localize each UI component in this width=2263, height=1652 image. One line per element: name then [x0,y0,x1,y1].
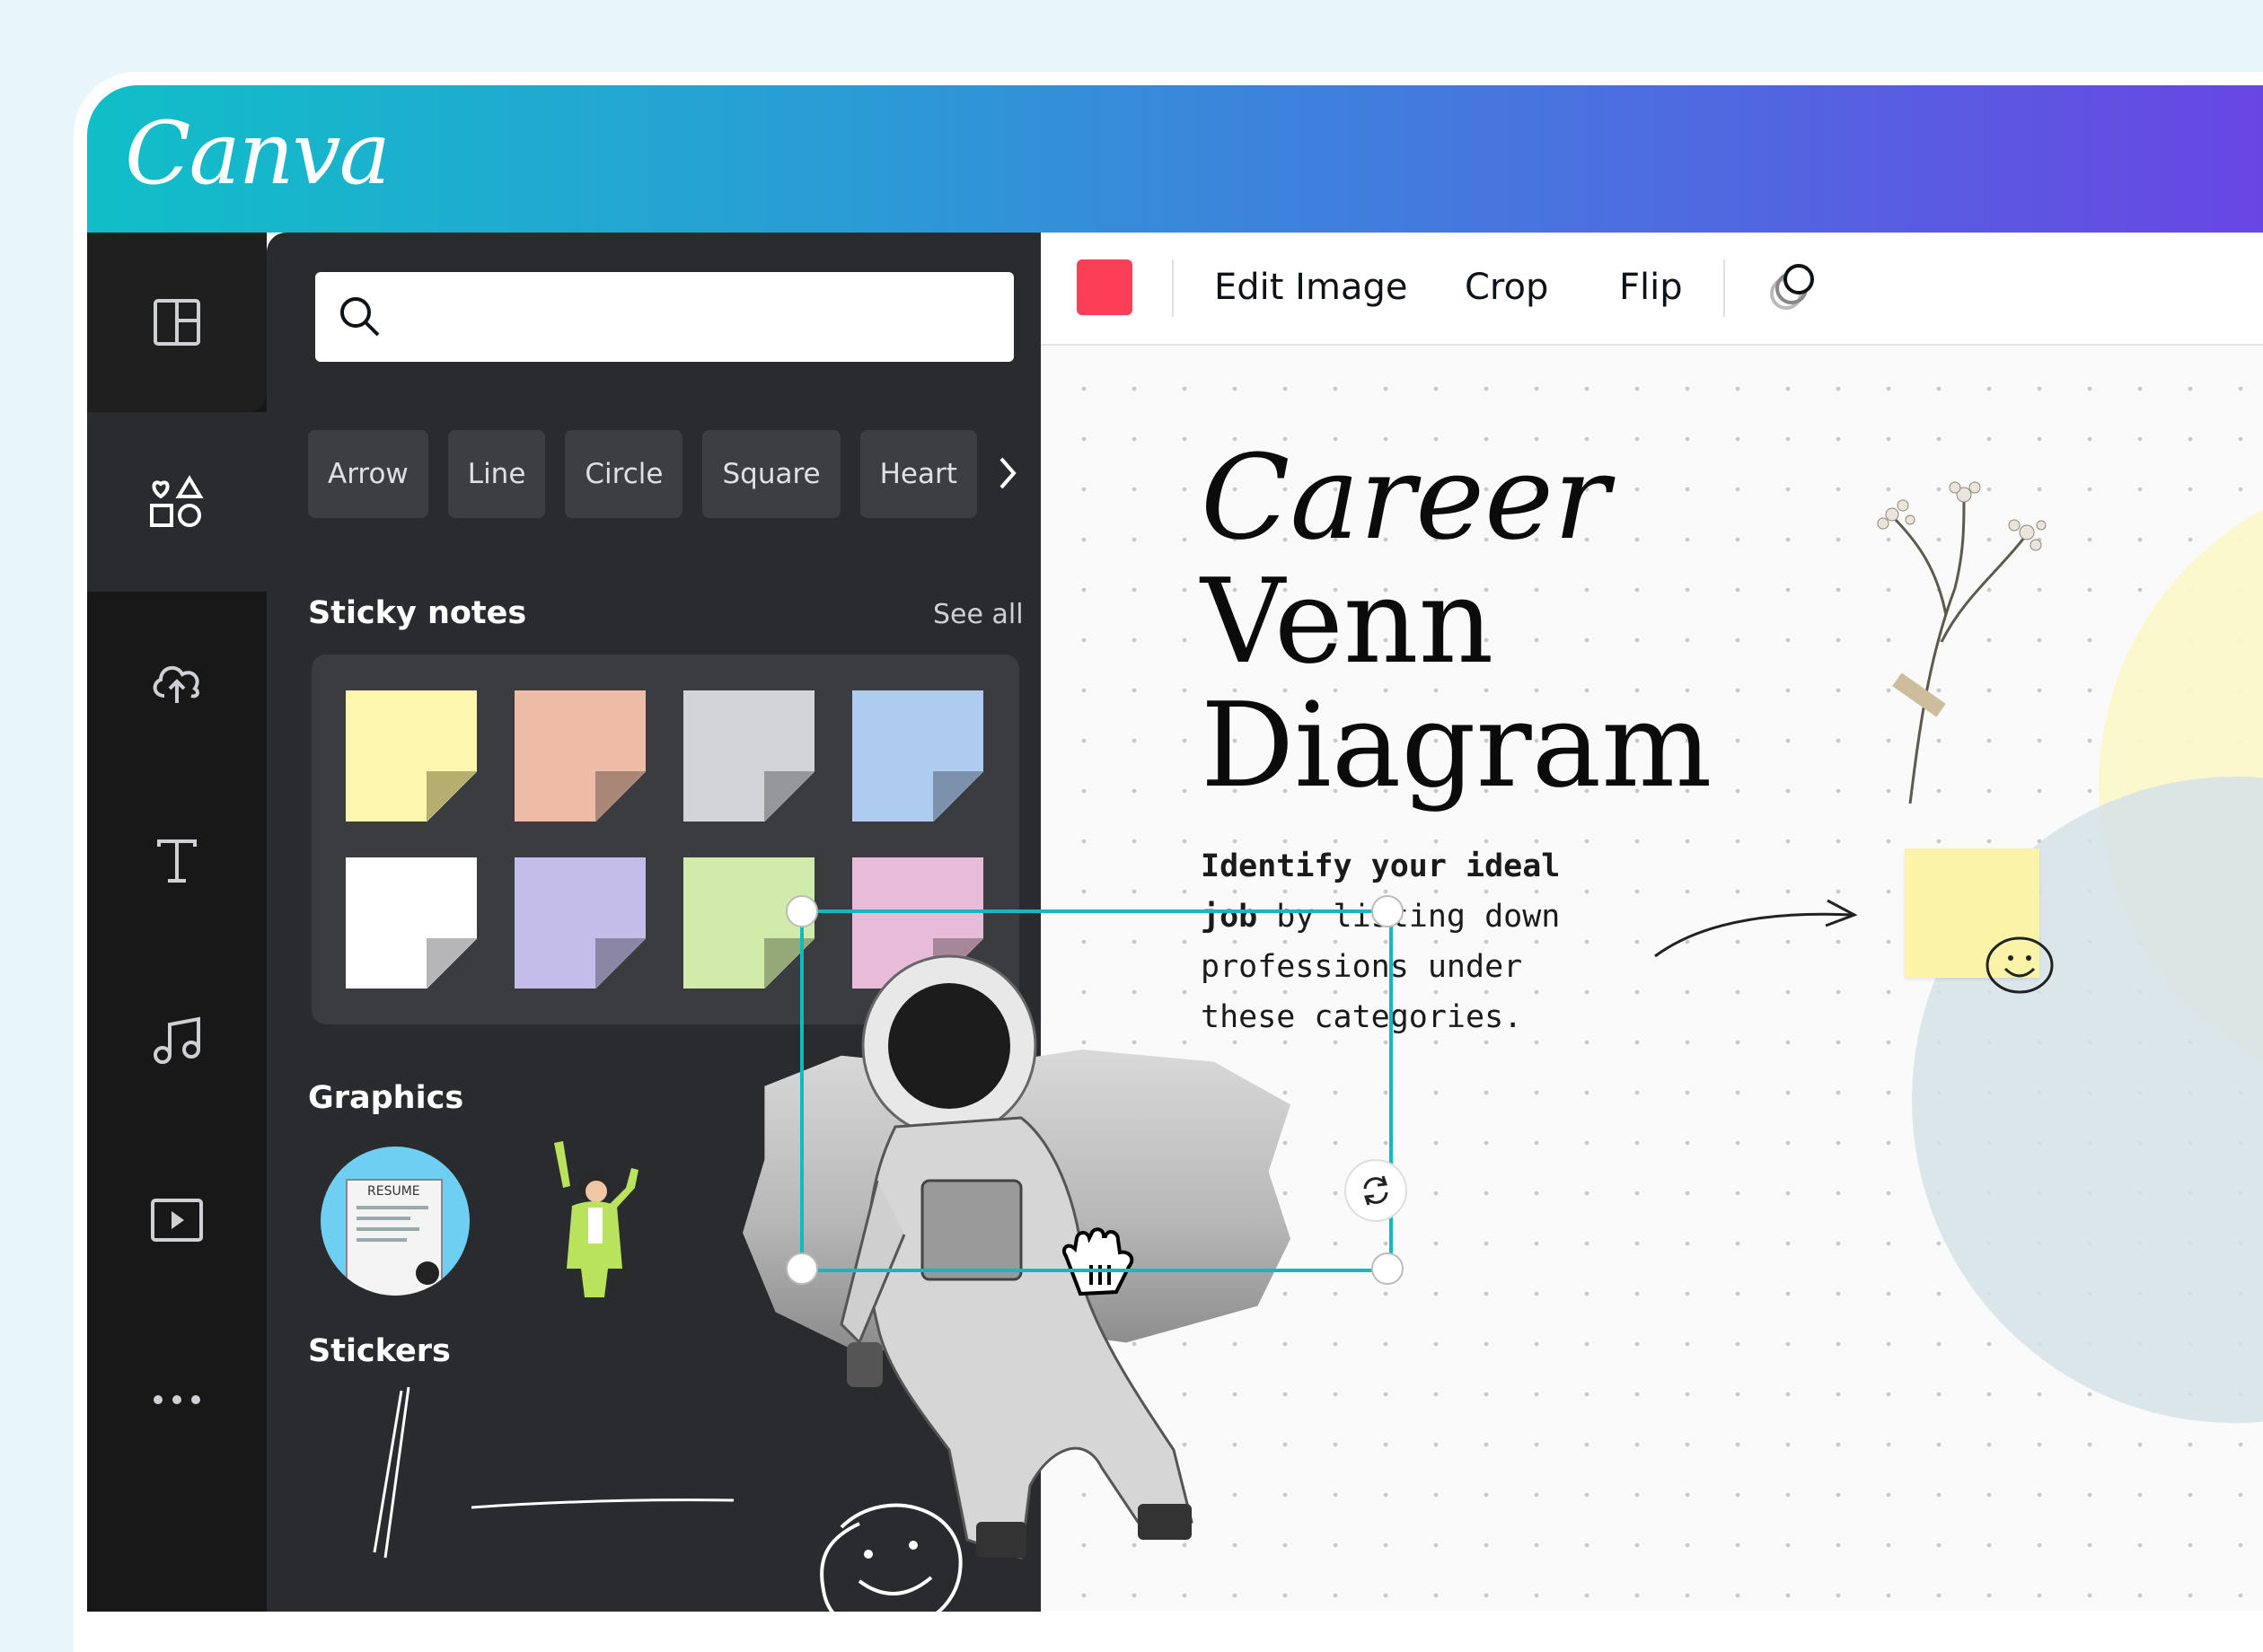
rail-item-more[interactable] [87,1310,267,1489]
canva-app: Canva Arrow Line Circle Square Heart Sti… [87,85,2263,1612]
sticky-note-grey[interactable] [683,690,815,822]
crop-button[interactable]: Crop [1465,267,1548,308]
chevron-right-icon[interactable] [994,453,1021,493]
resize-handle-top-left[interactable] [786,895,818,927]
title-line-diagram: Diagram [1201,677,1713,813]
chip-square[interactable]: Square [702,430,841,518]
dried-flower-image[interactable] [1856,462,2054,822]
design-title[interactable]: Career Venn Diagram [1201,435,1712,807]
title-line-venn: Venn [1201,553,1494,690]
sticky-note-white[interactable] [346,857,477,989]
rail-item-elements[interactable] [87,412,267,592]
edit-image-button[interactable]: Edit Image [1214,267,1407,308]
side-rail [87,233,267,1612]
templates-icon [154,299,200,346]
title-line-career: Career [1201,429,1610,566]
shape-chips: Arrow Line Circle Square Heart [308,430,977,518]
flip-button[interactable]: Flip [1619,267,1683,308]
line-sticker[interactable] [464,1472,752,1525]
rail-item-text[interactable] [87,771,267,951]
context-toolbar: Edit Image Crop Flip [1041,233,2263,346]
chip-circle[interactable]: Circle [565,430,683,518]
sticky-note-yellow[interactable] [346,690,477,822]
stickers-heading: Stickers [308,1333,451,1369]
color-swatch[interactable] [1077,259,1132,315]
resize-handle-bottom-left[interactable] [786,1252,818,1285]
chip-line[interactable]: Line [447,430,546,518]
arrow-doodle[interactable] [1650,893,1865,965]
elements-icon [150,475,204,527]
rotate-icon [1363,1175,1388,1206]
resize-handle-top-right[interactable] [1371,895,1404,927]
sticky-note-peach[interactable] [515,690,646,822]
rail-item-videos[interactable] [87,1130,267,1310]
text-icon [157,839,197,883]
search-input[interactable] [315,272,1014,362]
chip-heart[interactable]: Heart [859,430,977,518]
rail-item-templates[interactable] [87,233,267,412]
smiley-sticker[interactable] [806,1491,976,1612]
smiley-doodle[interactable] [1982,929,2063,1001]
search-icon [340,297,380,337]
resume-label: RESUME [367,1184,420,1199]
video-icon [151,1199,203,1242]
see-all-link[interactable]: See all [933,599,1024,630]
chip-arrow[interactable]: Arrow [308,430,428,518]
resize-handle-bottom-right[interactable] [1371,1252,1404,1285]
graphics-heading: Graphics [308,1080,464,1116]
businesswoman-graphic[interactable] [545,1134,644,1305]
selection-box[interactable] [800,909,1393,1272]
music-icon [154,1016,200,1064]
sticky-note-blue[interactable] [852,690,983,822]
sticky-note-lavender[interactable] [515,857,646,989]
rotate-button[interactable] [1344,1159,1407,1222]
resume-graphic[interactable]: RESUME [321,1147,470,1296]
header-bar: Canva [87,85,2263,233]
toolbar-divider [1172,259,1174,317]
sticky-notes-heading: Sticky notes [308,595,527,631]
transparency-icon[interactable] [1766,259,1822,313]
double-line-sticker[interactable] [365,1382,437,1561]
toolbar-divider [1723,259,1725,317]
rail-item-audio[interactable] [87,951,267,1130]
canva-logo[interactable]: Canva [125,103,391,204]
rail-item-uploads[interactable] [87,592,267,771]
upload-cloud-icon [153,665,199,703]
more-icon [154,1395,200,1404]
